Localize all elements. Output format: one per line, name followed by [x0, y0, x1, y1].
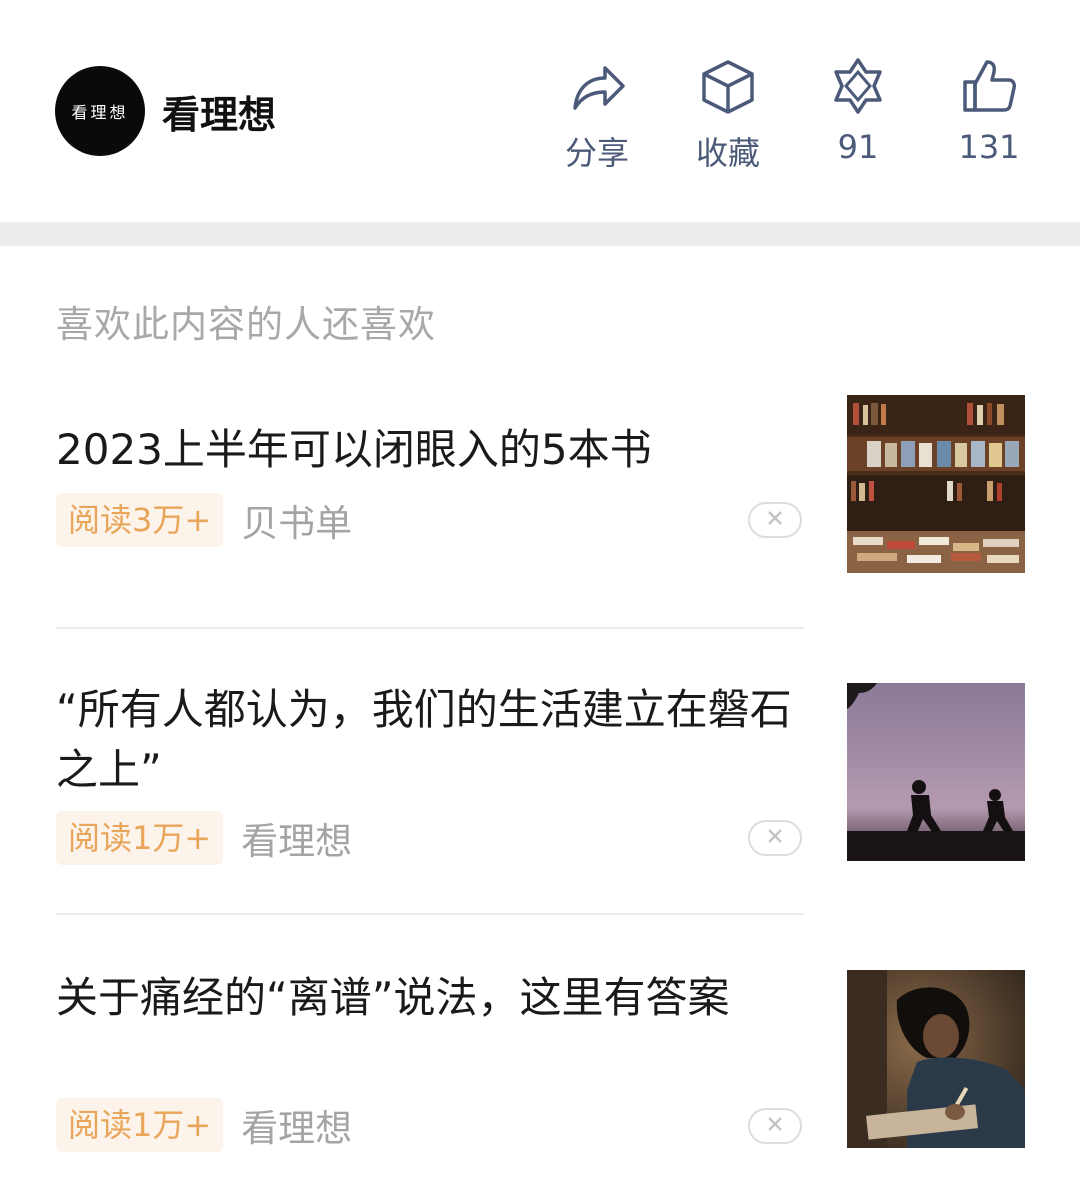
article-source[interactable]: 看理想	[241, 1098, 352, 1152]
close-icon	[766, 827, 784, 849]
person-writing-photo[interactable]	[847, 970, 1025, 1148]
article-source[interactable]: 看理想	[241, 811, 352, 865]
collect-button[interactable]: 收藏	[668, 52, 788, 172]
bookstore-photo[interactable]	[847, 395, 1025, 573]
article-meta: 阅读3万+ 贝书单	[56, 493, 352, 547]
article-source[interactable]: 贝书单	[241, 493, 352, 547]
read-count-badge: 阅读1万+	[56, 811, 224, 865]
flower-icon	[798, 56, 918, 116]
article-title[interactable]: 关于痛经的“离谱”说法，这里有答案	[56, 968, 796, 1028]
share-icon	[537, 56, 657, 116]
article-meta: 阅读1万+ 看理想	[56, 811, 352, 865]
account-name[interactable]: 看理想	[162, 84, 276, 139]
account-logo[interactable]: 看理想	[55, 66, 145, 156]
article-title[interactable]: 2023上半年可以闭眼入的5本书	[56, 420, 796, 480]
read-count-badge: 阅读3万+	[56, 493, 224, 547]
logo-text: 看理想	[71, 103, 129, 122]
flower-count: 91	[837, 128, 879, 166]
section-title: 喜欢此内容的人还喜欢	[56, 303, 436, 346]
dismiss-button[interactable]	[748, 1108, 802, 1144]
account-header: 看理想 看理想 分享 收藏 91 131	[0, 0, 1080, 222]
close-icon	[766, 1115, 784, 1137]
article-meta: 阅读1万+ 看理想	[56, 1098, 352, 1152]
dismiss-button[interactable]	[748, 502, 802, 538]
item-separator	[56, 627, 804, 629]
article-title[interactable]: “所有人都认为，我们的生活建立在磐石之上”	[56, 680, 796, 800]
close-icon	[766, 509, 784, 531]
thumbs-up-icon	[929, 56, 1049, 116]
share-label: 分享	[564, 134, 629, 172]
collect-label: 收藏	[695, 134, 760, 172]
collect-box-icon	[668, 56, 788, 116]
like-count: 131	[958, 128, 1020, 166]
dismiss-button[interactable]	[748, 820, 802, 856]
section-divider	[0, 222, 1080, 246]
item-separator	[56, 913, 804, 915]
flower-button[interactable]: 91	[798, 52, 918, 172]
share-button[interactable]: 分享	[537, 52, 657, 172]
read-count-badge: 阅读1万+	[56, 1098, 224, 1152]
silhouette-runners-photo[interactable]	[847, 683, 1025, 861]
like-button[interactable]: 131	[929, 52, 1049, 172]
